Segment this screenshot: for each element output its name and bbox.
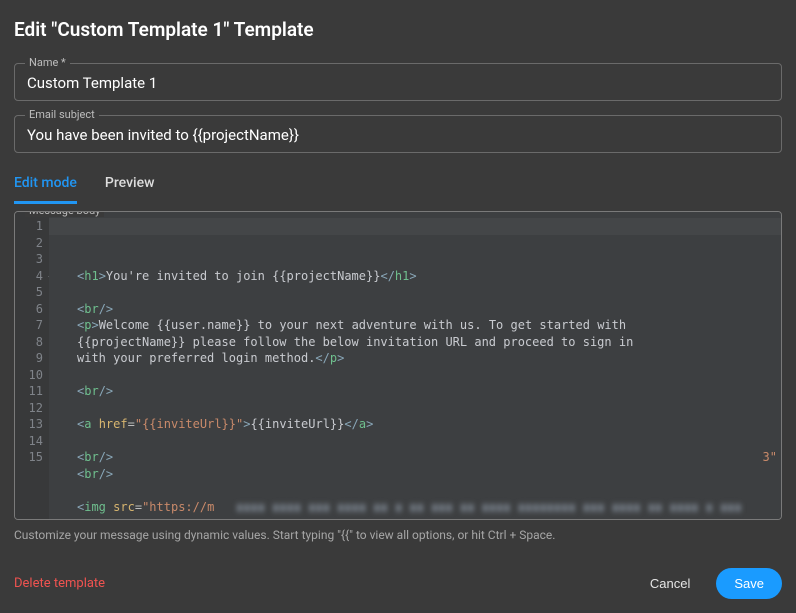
message-body-editor[interactable]: Message body 1234⌄56789101112131415 <h1>…	[14, 211, 782, 520]
tab-edit-mode[interactable]: Edit mode	[14, 167, 77, 204]
subject-field-wrap[interactable]: Email subject You have been invited to {…	[14, 115, 782, 153]
subject-label: Email subject	[25, 108, 99, 121]
cancel-button[interactable]: Cancel	[632, 568, 708, 599]
page-title: Edit "Custom Template 1" Template	[14, 18, 782, 41]
name-input[interactable]: Custom Template 1	[27, 74, 769, 92]
save-button[interactable]: Save	[716, 568, 782, 599]
name-label: Name *	[25, 56, 70, 69]
editor-code[interactable]: <h1>You're invited to join {{projectName…	[49, 212, 781, 519]
dialog-footer: Delete template Cancel Save	[14, 568, 782, 599]
message-body-label: Message body	[25, 211, 104, 217]
delete-template-link[interactable]: Delete template	[14, 576, 105, 591]
tabs: Edit mode Preview	[14, 167, 782, 205]
subject-input[interactable]: You have been invited to {{projectName}}	[27, 126, 769, 144]
editor-hint: Customize your message using dynamic val…	[14, 528, 782, 542]
tab-preview[interactable]: Preview	[105, 167, 155, 204]
editor-gutter: 1234⌄56789101112131415	[15, 212, 49, 519]
name-field-wrap[interactable]: Name * Custom Template 1	[14, 63, 782, 101]
